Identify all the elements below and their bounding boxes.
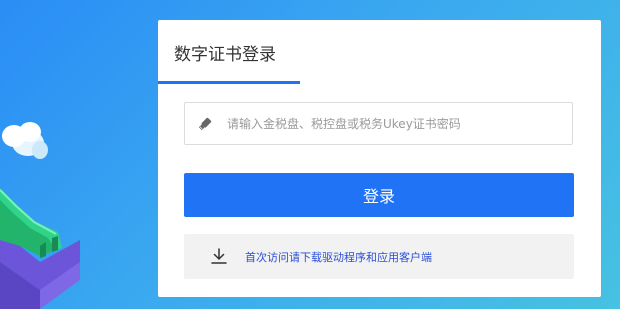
login-panel: 数字证书登录 登录 首次访问请下载驱动程序和应用客户端 xyxy=(158,20,601,297)
isometric-graph-illustration xyxy=(0,188,80,309)
cloud-illustration xyxy=(2,122,48,159)
tab-digital-certificate-login[interactable]: 数字证书登录 xyxy=(158,20,300,84)
download-driver-link[interactable]: 首次访问请下载驱动程序和应用客户端 xyxy=(245,249,432,265)
download-bar: 首次访问请下载驱动程序和应用客户端 xyxy=(184,234,574,279)
download-icon[interactable] xyxy=(210,247,228,265)
active-tab-indicator xyxy=(158,81,300,84)
usb-key-icon xyxy=(198,117,212,131)
background-illustration xyxy=(0,122,80,309)
login-button[interactable]: 登录 xyxy=(184,173,574,217)
tab-label: 数字证书登录 xyxy=(174,45,276,65)
certificate-password-input[interactable] xyxy=(227,103,557,144)
certificate-password-field[interactable] xyxy=(184,102,573,145)
